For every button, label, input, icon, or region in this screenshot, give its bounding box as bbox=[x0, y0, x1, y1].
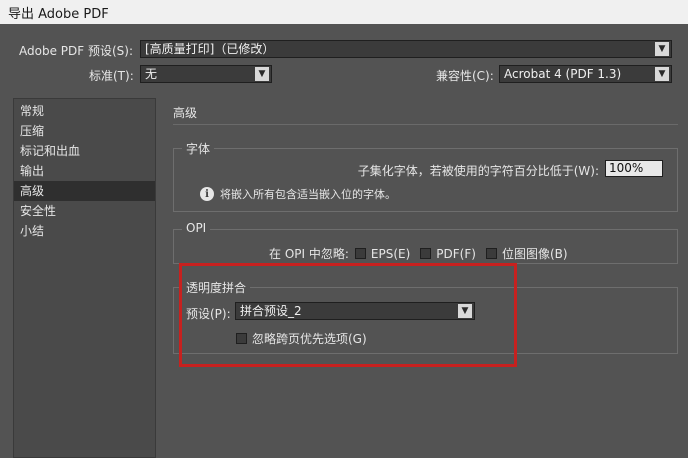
standard-dropdown[interactable]: 无 ▼ bbox=[140, 65, 272, 83]
fonts-group: 字体 子集化字体，若被使用的字符百分比低于(W): 100% i 将嵌入所有包含… bbox=[173, 140, 678, 212]
opi-omit-label: 在 OPI 中忽略: bbox=[269, 247, 349, 261]
fonts-info-text: 将嵌入所有包含适当嵌入位的字体。 bbox=[220, 188, 396, 201]
highlight-box bbox=[179, 263, 517, 367]
window-title: 导出 Adobe PDF bbox=[0, 0, 688, 24]
sidebar-item-advanced[interactable]: 高级 bbox=[14, 181, 155, 201]
standard-label: 标准(T): bbox=[89, 69, 134, 83]
compat-dropdown[interactable]: Acrobat 4 (PDF 1.3) ▼ bbox=[499, 65, 672, 83]
chevron-down-icon: ▼ bbox=[655, 42, 669, 56]
opi-group: OPI 在 OPI 中忽略: EPS(E) PDF(F) 位图图像(B) bbox=[173, 221, 678, 264]
eps-checkbox[interactable] bbox=[354, 248, 366, 259]
sidebar-item-compression[interactable]: 压缩 bbox=[14, 121, 155, 141]
subset-percent-input[interactable]: 100% bbox=[605, 160, 663, 177]
compat-label: 兼容性(C): bbox=[436, 69, 494, 83]
chevron-down-icon: ▼ bbox=[255, 67, 269, 81]
subset-label: 子集化字体，若被使用的字符百分比低于(W): bbox=[357, 164, 599, 178]
pdf-checkbox[interactable] bbox=[420, 248, 432, 259]
sidebar-item-output[interactable]: 输出 bbox=[14, 161, 155, 181]
chevron-down-icon: ▼ bbox=[655, 67, 669, 81]
fonts-group-title: 字体 bbox=[182, 140, 215, 157]
sidebar-item-summary[interactable]: 小结 bbox=[14, 221, 155, 241]
section-divider bbox=[173, 124, 678, 125]
sidebar-item-marks-bleeds[interactable]: 标记和出血 bbox=[14, 141, 155, 161]
preset-label: Adobe PDF 预设(S): bbox=[19, 44, 133, 58]
compat-dropdown-value: Acrobat 4 (PDF 1.3) bbox=[504, 67, 622, 81]
info-icon: i bbox=[200, 187, 214, 201]
sidebar-item-security[interactable]: 安全性 bbox=[14, 201, 155, 221]
sidebar-item-general[interactable]: 常规 bbox=[14, 101, 155, 121]
bitmap-label: 位图图像(B) bbox=[501, 247, 568, 261]
bitmap-checkbox[interactable] bbox=[485, 248, 497, 259]
preset-dropdown-value: [高质量打印]（已修改） bbox=[145, 42, 275, 56]
preset-dropdown[interactable]: [高质量打印]（已修改） ▼ bbox=[140, 40, 672, 58]
section-title: 高级 bbox=[173, 106, 198, 120]
sidebar: 常规 压缩 标记和出血 输出 高级 安全性 小结 bbox=[13, 98, 156, 458]
opi-group-title: OPI bbox=[182, 221, 211, 235]
standard-dropdown-value: 无 bbox=[145, 67, 158, 81]
pdf-label: PDF(F) bbox=[436, 246, 476, 261]
eps-label: EPS(E) bbox=[370, 246, 411, 261]
